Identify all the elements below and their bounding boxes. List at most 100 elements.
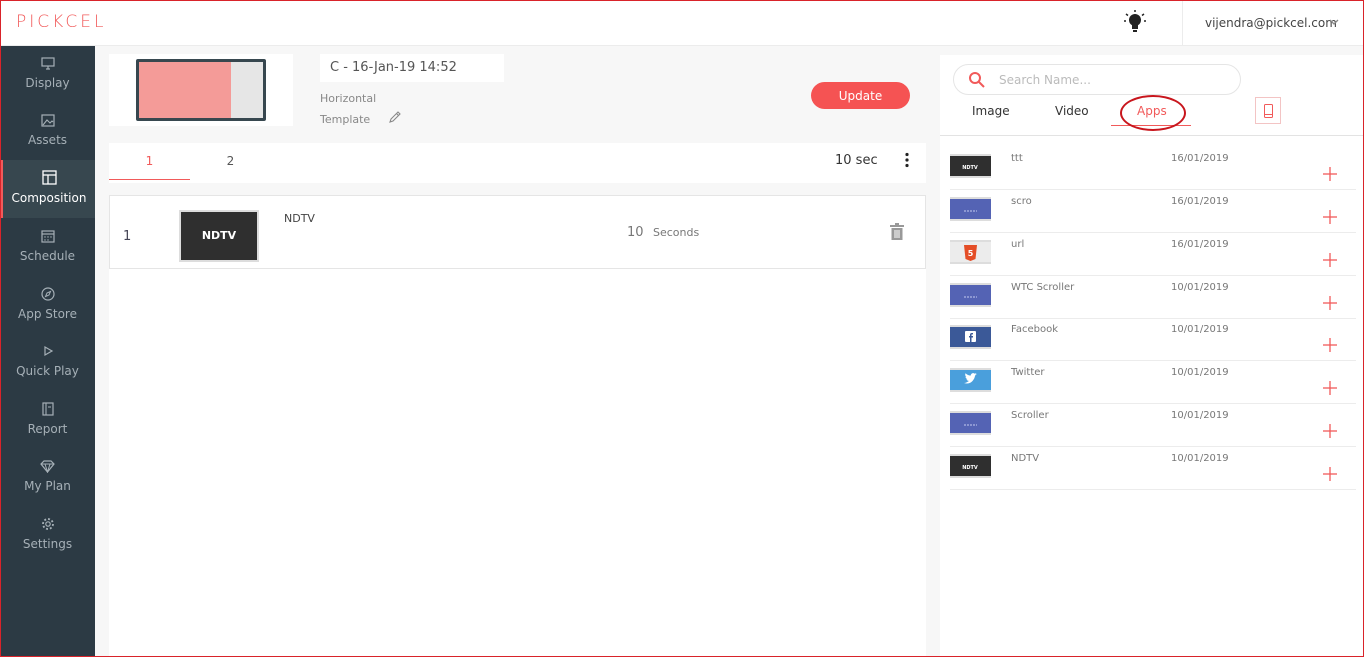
compass-icon bbox=[40, 287, 55, 301]
app-date: 10/01/2019 bbox=[1171, 282, 1229, 293]
pickcel-logo[interactable]: PICKCEL bbox=[16, 12, 106, 32]
add-icon[interactable] bbox=[1323, 381, 1337, 395]
zone-media-list: 1 NDTV NDTV 10 Seconds bbox=[109, 195, 926, 657]
app-name: Facebook bbox=[1011, 324, 1058, 335]
gear-icon bbox=[41, 518, 54, 530]
chevron-down-icon[interactable] bbox=[1328, 16, 1340, 28]
app-list-item[interactable]: WTC Scroller 10/01/2019 bbox=[950, 276, 1356, 319]
zone-tabs: 1 2 10 sec bbox=[109, 143, 926, 183]
sidebar-item-display[interactable]: Display bbox=[0, 47, 95, 103]
app-thumbnail-scroller bbox=[950, 411, 991, 435]
app-date: 10/01/2019 bbox=[1171, 453, 1229, 464]
app-thumbnail-twitter bbox=[950, 368, 991, 392]
app-name: NDTV bbox=[1011, 453, 1040, 464]
composition-name-field[interactable]: C - 16-Jan-19 14:52 bbox=[320, 54, 504, 82]
top-header: PICKCEL vijendra@pickcel.com bbox=[0, 0, 1364, 46]
zone-1-preview[interactable] bbox=[139, 62, 231, 118]
media-index: 1 bbox=[123, 229, 132, 244]
sidebar-item-label: Assets bbox=[27, 133, 68, 147]
play-icon bbox=[43, 345, 53, 357]
sidebar-item-label: Report bbox=[27, 422, 68, 436]
app-name: Scroller bbox=[1011, 410, 1049, 421]
add-icon[interactable] bbox=[1323, 253, 1337, 267]
diamond-icon bbox=[40, 460, 55, 473]
app-thumbnail-html5: 5 bbox=[950, 240, 991, 264]
add-icon[interactable] bbox=[1323, 296, 1337, 310]
monitor-icon bbox=[40, 57, 55, 70]
media-library-panel: Image Video Apps NDTV ttt 16/01/2019 scr… bbox=[940, 55, 1364, 657]
calendar-icon bbox=[40, 230, 55, 243]
app-list-item[interactable]: Twitter 10/01/2019 bbox=[950, 361, 1356, 404]
total-duration: 10 sec bbox=[835, 153, 878, 168]
layout-preview[interactable] bbox=[109, 54, 293, 126]
app-name: url bbox=[1011, 239, 1025, 250]
add-icon[interactable] bbox=[1323, 424, 1337, 438]
device-filter-button[interactable] bbox=[1255, 97, 1281, 124]
app-list-item[interactable]: Facebook 10/01/2019 bbox=[950, 318, 1356, 361]
sidebar-item-schedule[interactable]: Schedule bbox=[0, 219, 95, 275]
app-date: 16/01/2019 bbox=[1171, 239, 1229, 250]
image-icon bbox=[40, 114, 55, 127]
media-duration-unit: Seconds bbox=[653, 226, 700, 239]
app-list-item[interactable]: NDTV ttt 16/01/2019 bbox=[950, 147, 1356, 190]
media-name: NDTV bbox=[284, 212, 315, 225]
app-date: 16/01/2019 bbox=[1171, 196, 1229, 207]
app-list-item[interactable]: Scroller 10/01/2019 bbox=[950, 404, 1356, 447]
app-thumbnail-facebook bbox=[950, 325, 991, 349]
search-input[interactable] bbox=[999, 70, 1219, 90]
trash-icon[interactable] bbox=[889, 223, 905, 241]
sidebar-item-label: Settings bbox=[22, 537, 73, 551]
sidebar-item-label: My Plan bbox=[24, 479, 71, 493]
app-date: 10/01/2019 bbox=[1171, 410, 1229, 421]
tab-image[interactable]: Image bbox=[972, 104, 1010, 118]
app-date: 10/01/2019 bbox=[1171, 367, 1229, 378]
app-list-item[interactable]: scro 16/01/2019 bbox=[950, 190, 1356, 233]
sidebar-item-report[interactable]: Report bbox=[0, 392, 95, 448]
svg-text:5: 5 bbox=[968, 249, 974, 258]
panel-divider bbox=[940, 135, 1364, 136]
media-thumbnail: NDTV bbox=[179, 210, 259, 262]
sidebar-item-quick-play[interactable]: Quick Play bbox=[0, 334, 95, 390]
edit-pencil-icon[interactable] bbox=[388, 110, 402, 124]
sidebar-item-app-store[interactable]: App Store bbox=[0, 277, 95, 333]
app-thumbnail-scroller bbox=[950, 283, 991, 307]
add-icon[interactable] bbox=[1323, 210, 1337, 224]
sidebar-item-assets[interactable]: Assets bbox=[0, 104, 95, 160]
app-name: WTC Scroller bbox=[1011, 282, 1075, 293]
tab-video[interactable]: Video bbox=[1055, 104, 1089, 118]
sidebar-item-composition[interactable]: Composition bbox=[0, 160, 95, 218]
lightbulb-icon[interactable] bbox=[1124, 10, 1146, 34]
app-list-item[interactable]: 5 url 16/01/2019 bbox=[950, 233, 1356, 276]
media-duration[interactable]: 10 bbox=[627, 225, 644, 240]
orientation-label: Horizontal bbox=[320, 92, 377, 105]
tab-zone-2[interactable]: 2 bbox=[190, 143, 271, 180]
sidebar-item-my-plan[interactable]: My Plan bbox=[0, 449, 95, 505]
layout-preview-frame bbox=[136, 59, 266, 121]
app-name: scro bbox=[1011, 196, 1032, 207]
app-name: Twitter bbox=[1011, 367, 1045, 378]
add-icon[interactable] bbox=[1323, 167, 1337, 181]
app-date: 10/01/2019 bbox=[1171, 324, 1229, 335]
app-list-item[interactable]: NDTV NDTV 10/01/2019 bbox=[950, 447, 1356, 490]
app-thumbnail-ndtv: NDTV bbox=[950, 454, 991, 478]
tab-zone-1[interactable]: 1 bbox=[109, 143, 190, 180]
more-options-icon[interactable] bbox=[904, 152, 910, 168]
sidebar-item-settings[interactable]: Settings bbox=[0, 507, 95, 563]
user-email[interactable]: vijendra@pickcel.com bbox=[1205, 16, 1337, 30]
sidebar-item-label: App Store bbox=[18, 307, 77, 321]
app-thumbnail-ndtv: NDTV bbox=[950, 154, 991, 178]
sidebar-nav: Display Assets Composition Schedule App … bbox=[0, 46, 95, 657]
mobile-device-icon bbox=[1264, 104, 1273, 118]
sidebar-item-label: Composition bbox=[11, 191, 87, 205]
header-divider bbox=[1182, 0, 1183, 46]
sidebar-item-label: Quick Play bbox=[16, 364, 79, 378]
layout-icon bbox=[41, 170, 57, 185]
add-icon[interactable] bbox=[1323, 338, 1337, 352]
add-icon[interactable] bbox=[1323, 467, 1337, 481]
app-name: ttt bbox=[1011, 153, 1023, 164]
update-button[interactable]: Update bbox=[811, 82, 910, 109]
media-row[interactable]: 1 NDTV NDTV 10 Seconds bbox=[109, 195, 926, 269]
svg-text:NDTV: NDTV bbox=[962, 165, 978, 171]
sidebar-item-label: Display bbox=[25, 76, 70, 90]
app-thumbnail-scroller bbox=[950, 197, 991, 221]
